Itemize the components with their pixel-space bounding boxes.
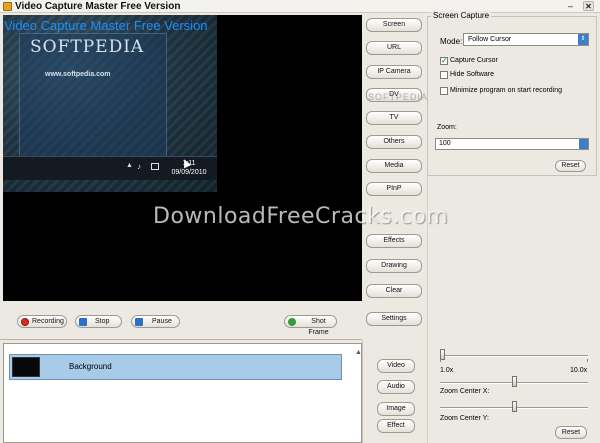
hide-software-checkbox[interactable] <box>440 71 448 79</box>
stop-icon <box>79 318 87 326</box>
scroll-up-icon[interactable]: ▲ <box>355 349 362 356</box>
mode-label: Mode: <box>440 37 463 46</box>
audio-button[interactable]: Audio <box>377 380 415 394</box>
tv-button[interactable]: TV <box>366 111 422 125</box>
preview-title: Video Capture Master Free Version <box>4 18 208 33</box>
zoom-spinner-icon[interactable] <box>579 139 588 149</box>
zoom-input[interactable]: 100 <box>435 138 589 150</box>
list-item[interactable]: Background <box>9 354 342 380</box>
stop-label: Stop <box>95 318 110 325</box>
clear-button[interactable]: Clear <box>366 284 422 298</box>
layer-list[interactable]: Background ▲ <box>3 343 362 443</box>
zoom-tick <box>587 359 588 362</box>
clock-date: 09/09/2010 <box>171 169 207 176</box>
shot-frame-label: Shot Frame <box>308 318 329 336</box>
softpedia-logo: SOFTPEDIA <box>30 37 145 57</box>
title-bar: Video Capture Master Free Version – ✕ <box>0 0 600 13</box>
zoom-min-label: 1.0x <box>440 367 454 374</box>
mode-select[interactable]: Follow Cursor ⇕ <box>463 33 589 46</box>
zoom-reset-button[interactable]: Reset <box>555 426 587 439</box>
minimize-program-label: Minimize program on start recording <box>450 87 563 94</box>
volume-icon: ♪ <box>137 162 141 171</box>
media-button[interactable]: Media <box>366 159 422 173</box>
tray-up-arrow-icon: ▲ <box>126 162 133 169</box>
zoom-center-x-slider[interactable] <box>511 376 517 387</box>
screen-capture-title: Screen Capture <box>431 11 492 20</box>
zoom-center-y-label: Zoom Center Y: <box>440 415 489 422</box>
reset-button[interactable]: Reset <box>555 160 586 172</box>
vertical-divider <box>362 340 363 443</box>
zoom-tick <box>440 359 441 362</box>
capture-cursor-label: Capture Cursor <box>450 57 498 64</box>
dropdown-arrow-icon[interactable]: ⇕ <box>578 34 588 45</box>
shot-frame-button[interactable]: Shot Frame <box>284 315 337 336</box>
video-button[interactable]: Video <box>377 359 415 373</box>
settings-button[interactable]: Settings <box>366 312 422 326</box>
zoom-level-track <box>440 355 588 357</box>
recording-button[interactable]: Recording <box>17 315 67 328</box>
monitor-icon <box>151 163 159 170</box>
effect-button[interactable]: Effect <box>377 419 415 433</box>
camera-icon <box>288 318 296 326</box>
zoom-center-y-slider[interactable] <box>511 401 517 412</box>
watermark-text: DownloadFreeCracks.com <box>153 204 449 229</box>
horizontal-divider <box>0 339 362 340</box>
zoom-center-x-label: Zoom Center X: <box>440 388 490 395</box>
effects-button[interactable]: Effects <box>366 234 422 248</box>
list-item-label: Background <box>69 362 112 371</box>
capture-cursor-checkbox[interactable]: ✓ <box>440 57 448 65</box>
recording-label: Recording <box>32 318 64 325</box>
others-button[interactable]: Others <box>366 135 422 149</box>
pause-icon <box>135 318 143 326</box>
pause-button[interactable]: Pause <box>131 315 180 328</box>
screen-button[interactable]: Screen <box>366 18 422 32</box>
url-button[interactable]: URL <box>366 41 422 55</box>
app-icon <box>3 2 12 11</box>
captured-desktop: SOFTPEDIA www.softpedia.com ▲ ♪ 1:11 09/… <box>3 15 217 192</box>
minimize-button[interactable]: – <box>565 1 576 11</box>
zoom-max-label: 10.0x <box>570 367 588 374</box>
zoom-value: 100 <box>439 140 451 147</box>
video-preview: SOFTPEDIA www.softpedia.com ▲ ♪ 1:11 09/… <box>3 15 362 301</box>
layer-thumbnail <box>12 357 40 377</box>
stop-button[interactable]: Stop <box>75 315 122 328</box>
minimize-program-checkbox[interactable] <box>440 87 448 95</box>
softpedia-watermark: SOFTPEDIA <box>368 92 429 102</box>
ip-camera-button[interactable]: IP Camera <box>366 65 422 79</box>
hide-software-label: Hide Software <box>450 71 494 78</box>
mode-value: Follow Cursor <box>468 36 512 43</box>
pause-label: Pause <box>152 318 172 325</box>
drawing-button[interactable]: Drawing <box>366 259 422 273</box>
softpedia-url: www.softpedia.com <box>45 71 111 78</box>
pinp-button[interactable]: PInP <box>366 182 422 196</box>
window-title: Video Capture Master Free Version <box>15 1 181 12</box>
close-button[interactable]: ✕ <box>583 1 594 11</box>
image-button[interactable]: Image <box>377 402 415 416</box>
zoom-label: Zoom: <box>437 124 457 131</box>
record-icon <box>21 318 29 326</box>
